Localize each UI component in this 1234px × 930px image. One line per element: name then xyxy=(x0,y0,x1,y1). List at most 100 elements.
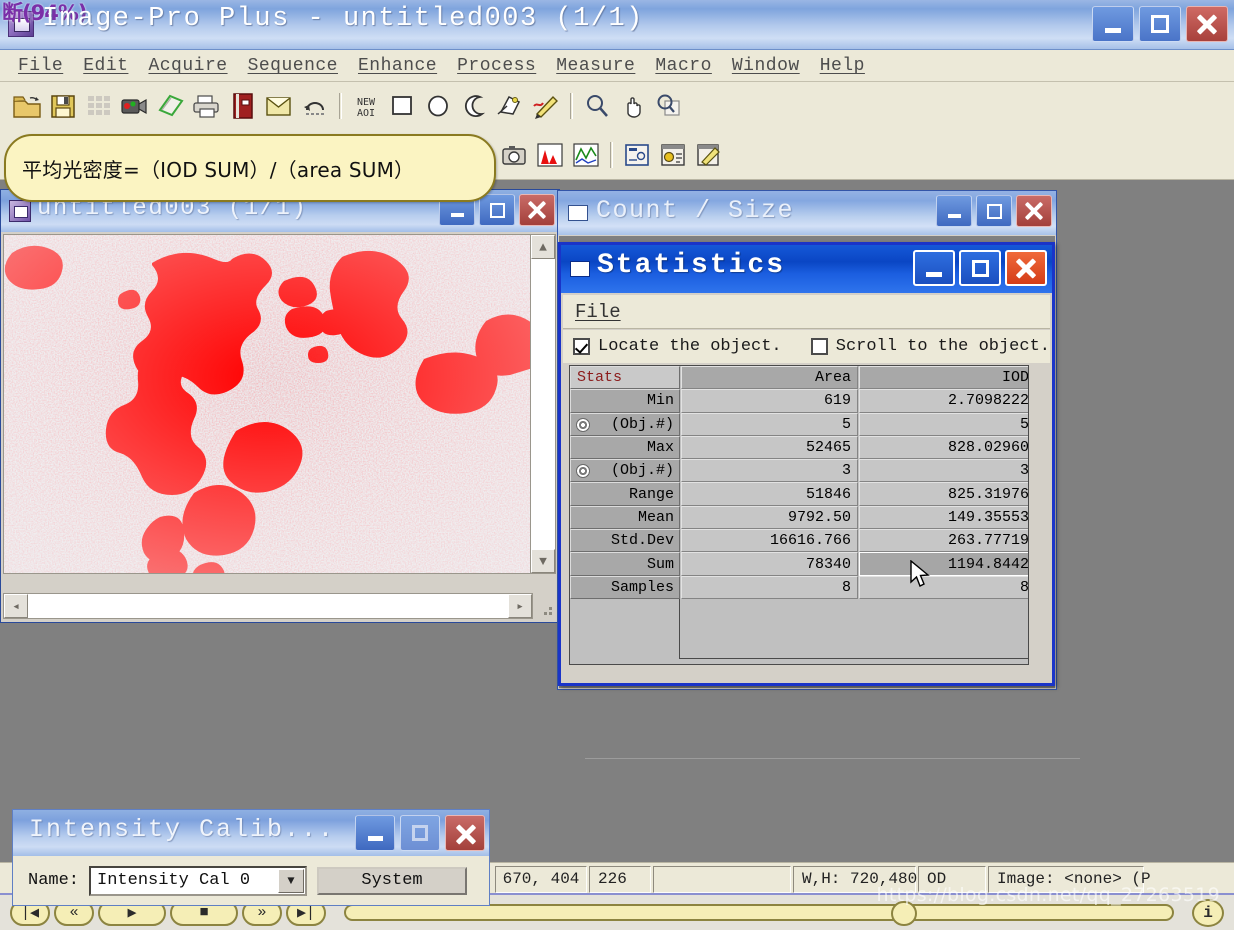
video-capture-icon[interactable] xyxy=(118,89,152,123)
row-area-value[interactable]: 16616.766 xyxy=(681,529,858,552)
table-row[interactable]: Samples 8 8 xyxy=(570,576,1028,599)
count-size-close-button[interactable] xyxy=(1016,195,1052,227)
app-maximize-button[interactable] xyxy=(1139,6,1181,42)
annotate-icon[interactable] xyxy=(692,138,726,172)
table-row[interactable]: Range 51846 825.31976 xyxy=(570,482,1028,505)
image-window[interactable]: untitled003 (1/1) xyxy=(0,189,560,623)
media-position-slider[interactable] xyxy=(344,904,1174,921)
statistics-maximize-button[interactable] xyxy=(959,250,1001,286)
resize-grip[interactable] xyxy=(537,600,555,618)
mail-send-icon[interactable] xyxy=(262,89,296,123)
ellipse-aoi-icon[interactable] xyxy=(421,89,455,123)
row-iod-value[interactable]: 2.7098222 xyxy=(859,389,1029,412)
save-file-icon[interactable] xyxy=(46,89,80,123)
row-iod-value[interactable]: 828.02960 xyxy=(859,436,1029,459)
scroll-left-button[interactable]: ◂ xyxy=(4,594,28,618)
scroll-down-button[interactable]: ▼ xyxy=(531,549,555,573)
chevron-down-icon[interactable]: ▼ xyxy=(278,869,304,893)
media-info-button[interactable]: i xyxy=(1192,899,1224,927)
menu-measure[interactable]: Measure xyxy=(546,54,645,78)
count-size-titlebar[interactable]: Count / Size xyxy=(558,191,1056,235)
menu-edit[interactable]: Edit xyxy=(73,54,138,78)
intensity-calib-maximize-button[interactable] xyxy=(400,815,440,851)
statistics-minimize-button[interactable] xyxy=(913,250,955,286)
row-iod-value[interactable]: 263.77719 xyxy=(859,529,1029,552)
row-iod-value[interactable]: 5 xyxy=(859,413,1029,436)
snapshot-icon[interactable] xyxy=(497,138,531,172)
locate-object-checkbox[interactable] xyxy=(573,338,590,355)
intensity-calibration-window[interactable]: Intensity Calib... Name: Intensity Cal 0… xyxy=(12,809,490,906)
rect-aoi-icon[interactable] xyxy=(385,89,419,123)
statistics-titlebar[interactable]: Statistics xyxy=(561,245,1052,293)
row-area-value[interactable]: 3 xyxy=(681,459,858,482)
count-size-minimize-button[interactable] xyxy=(936,195,972,227)
undo-icon[interactable] xyxy=(298,89,332,123)
statistics-window[interactable]: Statistics File Locate the object. Scrol… xyxy=(558,242,1055,686)
menu-sequence[interactable]: Sequence xyxy=(238,54,348,78)
histogram-icon[interactable] xyxy=(533,138,567,172)
new-aoi-icon[interactable]: NEW AOI xyxy=(349,89,383,123)
menu-process[interactable]: Process xyxy=(447,54,546,78)
image-horizontal-scrollbar[interactable]: ◂ ▸ xyxy=(3,593,533,619)
count-size-maximize-button[interactable] xyxy=(976,195,1012,227)
microscopy-image-canvas[interactable] xyxy=(3,234,533,574)
locate-object-checkbox-wrap[interactable]: Locate the object. xyxy=(573,337,811,356)
row-area-value[interactable]: 8 xyxy=(681,576,858,599)
system-button[interactable]: System xyxy=(317,867,467,895)
table-row[interactable]: Min 619 2.7098222 xyxy=(570,389,1028,412)
app-close-button[interactable] xyxy=(1186,6,1228,42)
scroll-right-button[interactable]: ▸ xyxy=(508,594,532,618)
menu-window[interactable]: Window xyxy=(722,54,810,78)
pan-hand-icon[interactable] xyxy=(616,89,650,123)
pencil-draw-icon[interactable] xyxy=(529,89,563,123)
table-row[interactable]: (Obj.#) 3 3 xyxy=(570,459,1028,482)
acquire-frame-icon[interactable] xyxy=(154,89,188,123)
row-area-value[interactable]: 51846 xyxy=(681,482,858,505)
row-area-value[interactable]: 5 xyxy=(681,413,858,436)
notebook-icon[interactable] xyxy=(226,89,260,123)
line-profile-icon[interactable] xyxy=(569,138,603,172)
open-file-icon[interactable] xyxy=(10,89,44,123)
row-area-value[interactable]: 52465 xyxy=(681,436,858,459)
table-row[interactable]: Mean 9792.50 149.35553 xyxy=(570,506,1028,529)
magic-wand-aoi-icon[interactable] xyxy=(493,89,527,123)
zoom-select-icon[interactable] xyxy=(652,89,686,123)
intensity-calib-minimize-button[interactable] xyxy=(355,815,395,851)
menu-file[interactable]: File xyxy=(8,54,73,78)
image-close-button[interactable] xyxy=(519,194,555,226)
table-row[interactable]: (Obj.#) 5 5 xyxy=(570,413,1028,436)
row-iod-value[interactable]: 825.31976 xyxy=(859,482,1029,505)
count-size-icon[interactable] xyxy=(656,138,690,172)
scroll-object-checkbox[interactable] xyxy=(811,338,828,355)
media-slider-thumb[interactable] xyxy=(891,901,917,926)
table-row[interactable]: Max 52465 828.02960 xyxy=(570,436,1028,459)
scroll-up-button[interactable]: ▲ xyxy=(531,235,555,259)
image-vertical-scrollbar[interactable]: ▲ ▼ xyxy=(530,234,556,574)
calibration-name-combobox[interactable]: Intensity Cal 0 ▼ xyxy=(89,866,307,896)
row-area-value[interactable]: 9792.50 xyxy=(681,506,858,529)
menu-macro[interactable]: Macro xyxy=(645,54,722,78)
statistics-close-button[interactable] xyxy=(1005,250,1047,286)
menu-acquire[interactable]: Acquire xyxy=(138,54,237,78)
measure-setup-icon[interactable] xyxy=(620,138,654,172)
zoom-icon[interactable] xyxy=(580,89,614,123)
freehand-aoi-icon[interactable] xyxy=(457,89,491,123)
row-iod-value-selected[interactable]: 1194.8442 xyxy=(859,552,1029,575)
intensity-calib-titlebar[interactable]: Intensity Calib... xyxy=(13,810,489,856)
print-icon[interactable] xyxy=(190,89,224,123)
app-minimize-button[interactable] xyxy=(1092,6,1134,42)
scroll-object-checkbox-wrap[interactable]: Scroll to the object. xyxy=(811,337,1050,356)
menu-help[interactable]: Help xyxy=(810,54,875,78)
row-iod-value[interactable]: 149.35553 xyxy=(859,506,1029,529)
statistics-table[interactable]: Stats Area IOD Min 619 2.7098222 (Obj.#)… xyxy=(569,365,1029,665)
grid-thumbnails-icon[interactable] xyxy=(82,89,116,123)
row-area-value[interactable]: 78340 xyxy=(681,552,858,575)
row-iod-value[interactable]: 8 xyxy=(859,576,1029,599)
table-row[interactable]: Std.Dev 16616.766 263.77719 xyxy=(570,529,1028,552)
image-maximize-button[interactable] xyxy=(479,194,515,226)
row-area-value[interactable]: 619 xyxy=(681,389,858,412)
menu-enhance[interactable]: Enhance xyxy=(348,54,447,78)
intensity-calib-close-button[interactable] xyxy=(445,815,485,851)
statistics-menu-file[interactable]: File xyxy=(575,301,621,323)
row-iod-value[interactable]: 3 xyxy=(859,459,1029,482)
